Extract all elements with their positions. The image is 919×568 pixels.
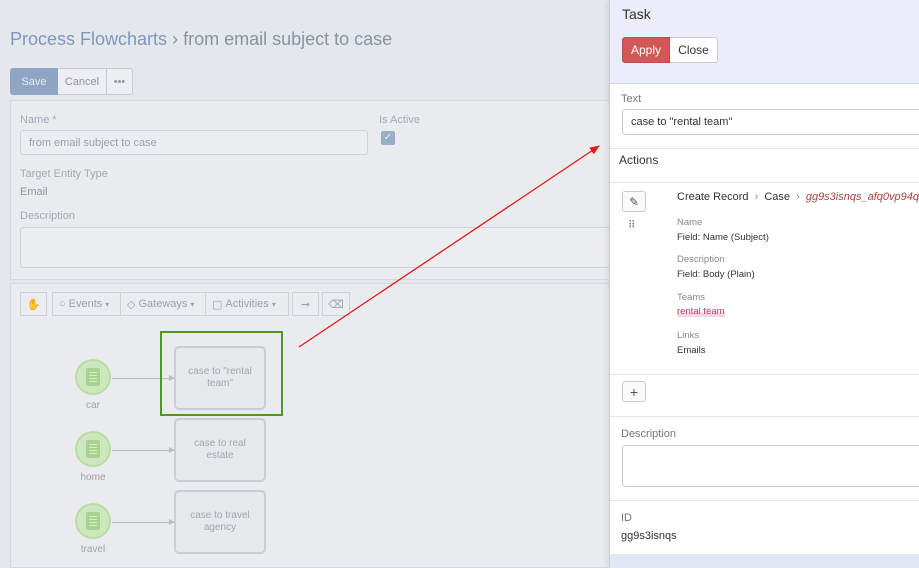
edit-action-button[interactable]: ✎ [622,191,646,212]
description-textarea[interactable] [622,445,919,487]
is-active-label: Is Active [379,114,420,126]
panel-header: Task Apply Close [610,0,919,84]
caret-down-icon: ▾ [190,299,195,309]
diamond-icon: ◇ [127,298,136,311]
event-label: travel [80,544,106,555]
panel-footer [610,554,919,568]
events-label: Events [68,298,103,310]
field-value: Field: Name (Subject) [677,232,769,243]
field-label: Description [677,254,725,265]
breadcrumb-link-process-flowcharts[interactable]: Process Flowcharts [10,29,167,49]
is-active-checkbox[interactable]: ✓ [381,131,395,145]
action-id: gg9s3isnqs_afq0vp94qk [805,191,919,203]
document-icon [86,440,100,458]
target-entity-label: Target Entity Type [20,168,108,180]
panel-title: Task [622,6,651,22]
action-title: Create Record › Case › gg9s3isnqs_afq0vp… [677,191,919,203]
annotation-highlight-box [160,331,283,416]
eraser-icon: ⌫ [328,298,344,311]
flow-connector[interactable] [112,519,175,525]
hand-icon: ✋ [26,298,41,311]
action-separator: › [754,191,759,203]
document-icon [86,512,100,530]
id-value: gg9s3isnqs [621,530,677,542]
caret-down-icon: ▾ [271,299,276,309]
events-dropdown[interactable]: ○ Events ▾ [52,292,121,316]
circle-icon: ○ [59,298,66,310]
name-label: Name * [20,114,57,126]
field-value: Field: Body (Plain) [677,269,755,280]
action-entity: Case [764,191,791,203]
description-label: Description [621,428,677,440]
description-label: Description [20,210,76,222]
divider [610,374,919,375]
event-label: home [80,472,106,483]
id-label: ID [621,512,632,524]
drag-handle-icon[interactable]: ⠿ [628,220,635,231]
caret-down-icon: ▾ [105,299,110,309]
square-icon: ▢ [212,298,223,311]
field-label: Name [677,217,703,228]
event-label: car [86,400,100,411]
more-actions-button[interactable]: ••• [107,68,133,95]
field-label: Links [677,330,700,341]
cancel-button[interactable]: Cancel [58,68,107,95]
task-node[interactable]: case to real estate [174,418,266,482]
actions-heading: Actions [619,153,659,167]
gateways-dropdown[interactable]: ◇ Gateways ▾ [121,292,206,316]
target-entity-value: Email [20,186,48,198]
activities-label: Activities [225,298,269,310]
start-event-home[interactable] [75,431,111,467]
divider [610,416,919,417]
apply-button[interactable]: Apply [622,37,670,63]
record-toolbar: Save Cancel ••• [10,68,133,95]
action-separator: › [796,191,800,203]
document-icon [86,368,100,386]
gateways-label: Gateways [138,298,188,310]
hand-tool-button[interactable]: ✋ [20,292,47,316]
arrow-right-icon: ➞ [300,298,311,311]
action-type: Create Record [677,191,749,203]
field-value: Emails [677,345,706,356]
eraser-tool-button[interactable]: ⌫ [322,292,350,316]
page-title: from email subject to case [183,29,393,49]
activities-dropdown[interactable]: ▢ Activities ▾ [206,292,289,316]
divider [610,500,919,501]
pencil-icon: ✎ [628,194,640,209]
text-label: Text [621,93,642,105]
team-link[interactable]: rental team [677,306,725,317]
field-label: Teams [677,292,705,303]
teams-value: rental team [677,306,725,317]
breadcrumb-separator: › [172,29,179,49]
task-node[interactable]: case to travel agency [174,490,266,554]
task-side-panel: Task Apply Close Text case to "rental te… [609,0,919,568]
start-event-travel[interactable] [75,503,111,539]
add-action-button[interactable]: + [622,381,646,402]
description-textarea[interactable] [20,227,610,268]
plus-icon: + [629,383,639,400]
divider [610,148,919,149]
name-input[interactable]: from email subject to case [20,130,368,155]
divider [610,182,919,183]
save-button[interactable]: Save [10,68,58,95]
start-event-car[interactable] [75,359,111,395]
text-input[interactable]: case to "rental team" [622,109,919,135]
close-button[interactable]: Close [670,37,718,63]
flow-connector[interactable] [112,447,175,453]
breadcrumb: Process Flowcharts › from email subject … [10,29,392,50]
connector-tool-button[interactable]: ➞ [292,292,319,316]
